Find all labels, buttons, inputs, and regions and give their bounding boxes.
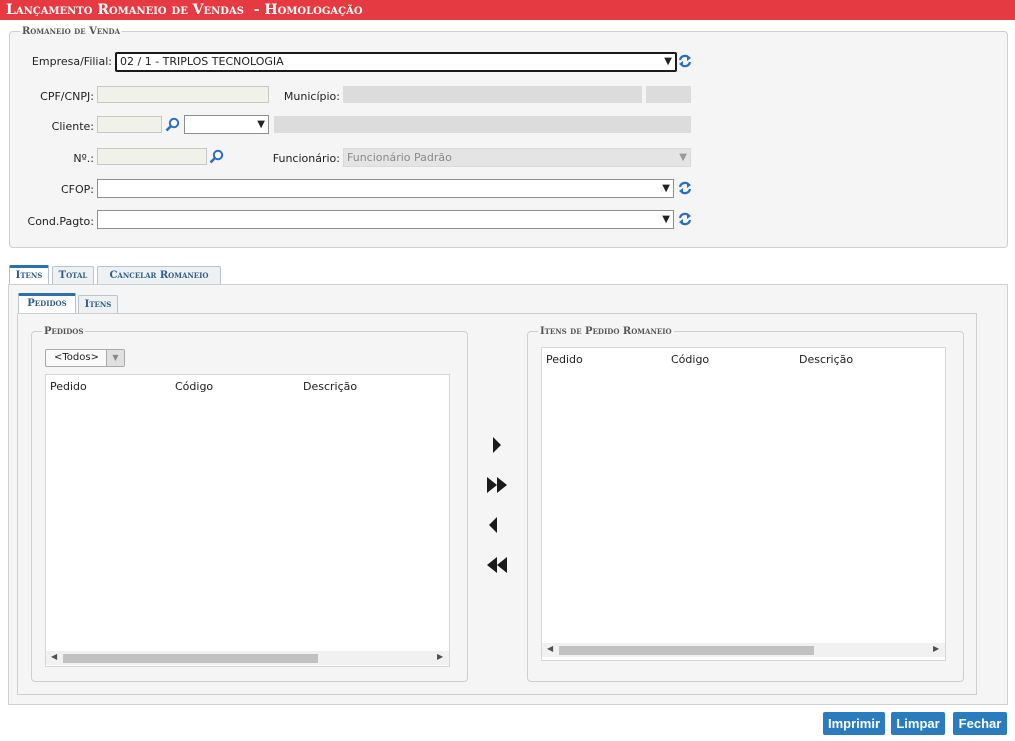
chevron-down-icon: ▼: [679, 152, 687, 163]
cliente-code-input[interactable]: [97, 116, 162, 133]
condpagto-select[interactable]: ▼: [97, 210, 674, 229]
move-one-left-icon[interactable]: [481, 513, 505, 537]
itens-pedido-grid[interactable]: Pedido Código Descrição ◀ ▶: [541, 347, 946, 661]
move-all-left-icon[interactable]: [485, 553, 509, 577]
cfop-label: CFOP:: [60, 183, 94, 196]
pedidos-col-codigo: Código: [175, 380, 214, 393]
scroll-left-icon[interactable]: ◀: [51, 652, 57, 661]
cliente-label: Cliente:: [51, 120, 94, 133]
pedidos-filter-value: <Todos>: [54, 352, 99, 363]
scroll-left-icon[interactable]: ◀: [547, 644, 553, 653]
chevron-down-icon: ▼: [257, 119, 265, 130]
numero-input[interactable]: [97, 148, 207, 165]
pedidos-grid[interactable]: Pedido Código Descrição ◀ ▶: [45, 374, 450, 667]
cliente-name-input: [274, 116, 691, 133]
limpar-button[interactable]: Limpar: [891, 712, 945, 735]
itens-col-codigo: Código: [671, 353, 710, 366]
subtab-pedidos[interactable]: Pedidos: [18, 293, 76, 313]
tab-total[interactable]: Total: [52, 266, 94, 285]
pedidos-horizontal-scrollbar[interactable]: ◀ ▶: [46, 651, 449, 665]
pedidos-legend: Pedidos: [44, 326, 84, 337]
chevron-down-icon: ▼: [662, 214, 670, 225]
chevron-down-icon: ▼: [664, 56, 672, 67]
condpagto-label: Cond.Pagto:: [27, 215, 94, 228]
refresh-icon[interactable]: [678, 53, 692, 69]
refresh-icon[interactable]: [678, 211, 692, 227]
municipio-label: Município:: [283, 90, 340, 103]
imprimir-button[interactable]: Imprimir: [823, 712, 885, 735]
pedidos-col-descricao: Descrição: [303, 380, 358, 393]
search-icon[interactable]: [165, 117, 180, 132]
itens-pedido-legend: Itens de Pedido Romaneio: [540, 326, 672, 337]
municipio-input: [343, 86, 642, 103]
cpf-label: CPF/CNPJ:: [40, 90, 94, 103]
subtab-itens[interactable]: Itens: [78, 295, 118, 314]
cpf-input[interactable]: [97, 86, 269, 103]
cliente-type-select[interactable]: ▼: [184, 115, 269, 134]
chevron-down-icon: ▼: [106, 350, 124, 366]
funcionario-label: Funcionário:: [272, 152, 340, 165]
window-title: Lançamento Romaneio de Vendas - Homologa…: [0, 0, 1015, 20]
chevron-down-icon: ▼: [662, 183, 670, 194]
itens-col-descricao: Descrição: [799, 353, 854, 366]
fechar-button[interactable]: Fechar: [953, 712, 1007, 735]
pedidos-filter-select[interactable]: <Todos> ▼: [45, 349, 125, 367]
romaneio-legend: Romaneio de Venda: [22, 26, 121, 37]
pedidos-col-pedido: Pedido: [50, 380, 87, 393]
move-one-right-icon[interactable]: [485, 433, 509, 457]
cfop-select[interactable]: ▼: [97, 179, 674, 198]
empresa-label: Empresa/Filial:: [31, 55, 112, 68]
scroll-thumb[interactable]: [559, 646, 814, 655]
itens-col-pedido: Pedido: [546, 353, 583, 366]
empresa-value: 02 / 1 - TRIPLOS TECNOLOGIA: [120, 55, 284, 68]
funcionario-value: Funcionário Padrão: [347, 151, 452, 164]
funcionario-select: Funcionário Padrão ▼: [343, 148, 691, 167]
tab-itens[interactable]: Itens: [9, 265, 49, 285]
scroll-right-icon[interactable]: ▶: [437, 652, 443, 661]
refresh-icon[interactable]: [678, 180, 692, 196]
scroll-right-icon[interactable]: ▶: [933, 644, 939, 653]
search-icon[interactable]: [209, 149, 224, 164]
uf-input: [646, 86, 691, 103]
tab-cancelar-romaneio[interactable]: Cancelar Romaneio: [97, 266, 221, 285]
empresa-select[interactable]: 02 / 1 - TRIPLOS TECNOLOGIA ▼: [115, 52, 677, 72]
itens-horizontal-scrollbar[interactable]: ◀ ▶: [542, 643, 945, 657]
scroll-thumb[interactable]: [63, 654, 318, 663]
move-all-right-icon[interactable]: [485, 473, 509, 497]
numero-label: Nº.:: [73, 152, 94, 165]
